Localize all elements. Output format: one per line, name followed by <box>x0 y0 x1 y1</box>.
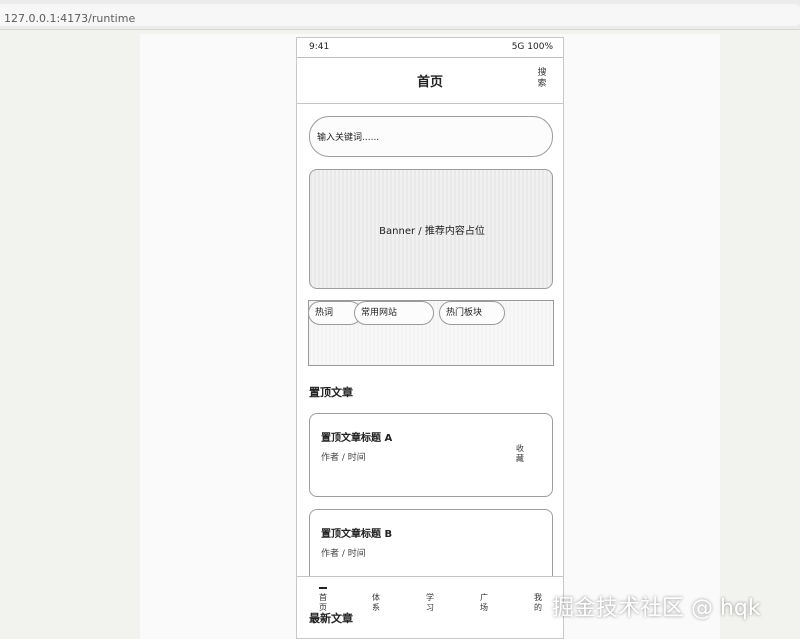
article-meta: 作者 / 时间 <box>321 453 366 463</box>
watermark: 掘金技术社区 @ hqk <box>552 596 761 621</box>
tab-study[interactable]: 学习 <box>424 593 436 613</box>
article-title: 置顶文章标题 A <box>321 433 393 444</box>
favorite-button[interactable]: 收藏 <box>514 444 526 464</box>
quick-links: 热词 常用网站 热门板块 <box>308 300 554 366</box>
status-bar: 9:41 5G 100% <box>297 38 563 58</box>
tab-square[interactable]: 广场 <box>478 593 490 613</box>
article-title: 置顶文章标题 B <box>321 529 393 540</box>
status-time: 9:41 <box>309 42 330 52</box>
page-title: 首页 <box>416 75 443 90</box>
navigation-bar: 首页 搜索 <box>297 58 563 104</box>
home-tab-icon <box>319 583 327 589</box>
search-button[interactable]: 搜索 <box>535 68 549 90</box>
url-text: 127.0.0.1:4173/runtime <box>4 12 136 25</box>
pinned-section-title: 置顶文章 <box>309 386 353 399</box>
phone-frame: 9:41 5G 100% 首页 搜索 输入关键词...... Banner / … <box>296 37 564 639</box>
banner-label: Banner / 推荐内容占位 <box>379 226 485 237</box>
tab-mine[interactable]: 我的 <box>532 593 544 613</box>
latest-section-title: 最新文章 <box>309 612 353 625</box>
browser-toolbar: 127.0.0.1:4173/runtime <box>0 0 800 30</box>
chip-hot-sections[interactable]: 热门板块 <box>439 301 505 325</box>
search-input[interactable]: 输入关键词...... <box>309 116 553 157</box>
tab-bar: 首页 体系 学习 广场 我的 <box>297 576 563 638</box>
search-placeholder: 输入关键词...... <box>317 133 380 143</box>
tab-system[interactable]: 体系 <box>370 593 382 613</box>
pinned-article-card[interactable]: 置顶文章标题 A 作者 / 时间 收藏 <box>309 413 553 497</box>
chip-common-sites[interactable]: 常用网站 <box>354 301 434 325</box>
address-bar[interactable]: 127.0.0.1:4173/runtime <box>0 4 800 26</box>
article-meta: 作者 / 时间 <box>321 549 366 559</box>
status-network: 5G 100% <box>511 42 553 52</box>
banner[interactable]: Banner / 推荐内容占位 <box>309 169 553 289</box>
